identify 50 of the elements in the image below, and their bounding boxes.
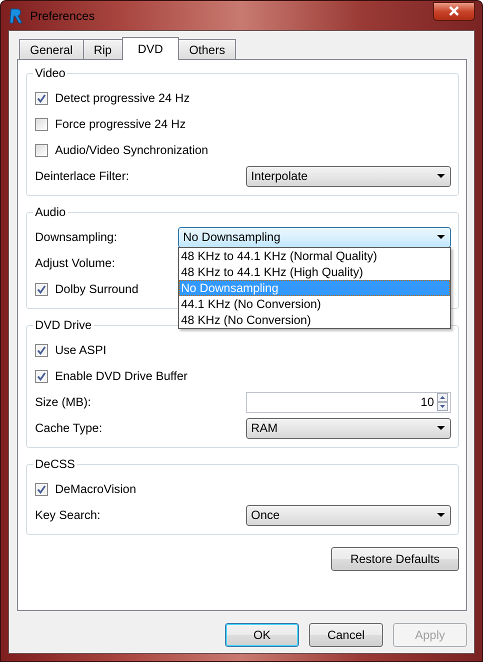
dropdown[interactable]: No Downsampling <box>178 226 451 248</box>
checkbox-label: DeMacroVision <box>55 482 136 496</box>
checkbox-label: Dolby Surround <box>55 282 138 296</box>
group-title: Video <box>33 66 68 80</box>
dropdown-option[interactable]: 48 KHz to 44.1 KHz (High Quality) <box>179 264 450 280</box>
field-label: Adjust Volume: <box>35 256 116 270</box>
number-field[interactable]: 10 <box>246 392 451 412</box>
dropdown[interactable]: Once <box>246 504 451 526</box>
dropdown-option[interactable]: 48 KHz to 44.1 KHz (Normal Quality) <box>179 248 450 264</box>
checkbox[interactable] <box>35 282 48 296</box>
field-label: Downsampling: <box>35 230 118 244</box>
tab[interactable]: General <box>19 39 84 59</box>
field-label: Deinterlace Filter: <box>35 169 130 183</box>
caret-icon <box>437 235 445 239</box>
group-title: Audio <box>33 205 68 219</box>
checkbox-label: Audio/Video Synchronization <box>55 143 208 157</box>
checkbox[interactable] <box>35 92 48 104</box>
group-title: DeCSS <box>33 457 78 471</box>
dropdown-option[interactable]: 48 KHz (No Conversion) <box>179 312 450 328</box>
field-label: Cache Type: <box>35 421 104 435</box>
dropdown[interactable]: Interpolate <box>246 166 451 186</box>
spin-up-icon[interactable] <box>437 393 448 402</box>
window-title: Preferences <box>30 8 96 22</box>
checkbox-label: Force progressive 24 Hz <box>55 117 186 131</box>
checkbox-label: Detect progressive 24 Hz <box>55 91 190 105</box>
caret-icon <box>437 513 445 517</box>
checkbox-label: Enable DVD Drive Buffer <box>55 369 188 383</box>
caret-icon <box>437 426 445 430</box>
spin-down-icon[interactable] <box>437 402 448 411</box>
checkbox[interactable] <box>35 144 48 156</box>
dialog-button[interactable]: Cancel <box>309 623 383 647</box>
field-label: Key Search: <box>35 508 102 522</box>
checkbox-label: Use ASPI <box>55 343 106 357</box>
dialog-button[interactable]: OK <box>225 623 299 647</box>
app-logo-icon <box>8 6 24 24</box>
restore-defaults-button[interactable]: Restore Defaults <box>331 547 459 571</box>
close-icon <box>448 6 460 16</box>
checkbox[interactable] <box>35 118 48 130</box>
close-button[interactable] <box>433 2 475 20</box>
tab[interactable]: Rip <box>82 39 123 59</box>
checkbox[interactable] <box>35 482 48 496</box>
dropdown[interactable]: RAM <box>246 418 451 438</box>
checkbox[interactable] <box>35 370 48 382</box>
dropdown-option[interactable]: 44.1 KHz (No Conversion) <box>179 296 450 312</box>
group-title: DVD Drive <box>33 318 94 332</box>
tab[interactable]: Others <box>178 39 236 59</box>
caret-icon <box>437 174 445 178</box>
field-label: Size (MB): <box>35 395 92 409</box>
checkbox[interactable] <box>35 344 48 356</box>
tab[interactable]: DVD <box>122 37 180 60</box>
